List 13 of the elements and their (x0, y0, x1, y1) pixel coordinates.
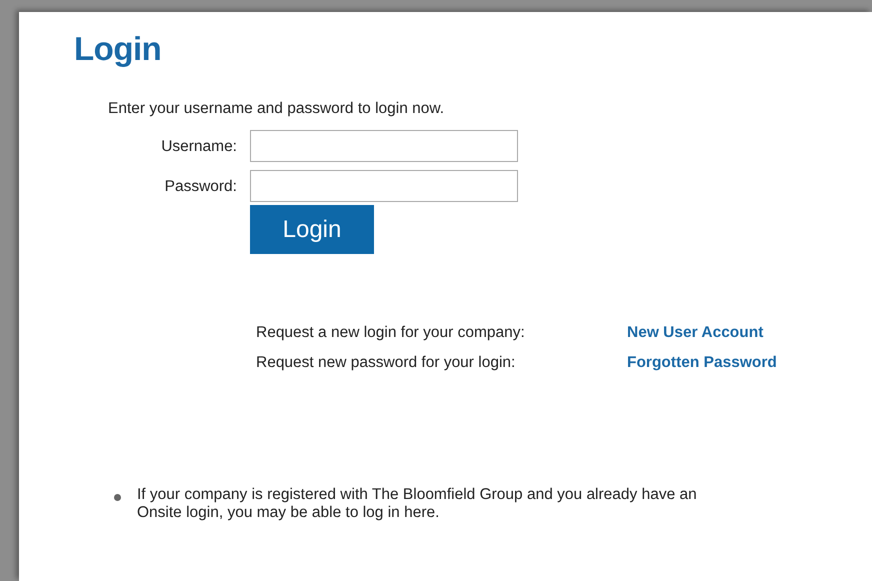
page-title: Login (74, 32, 162, 65)
request-text: Request a new login for your company: (256, 323, 526, 344)
request-link[interactable]: Forgotten Password (627, 354, 777, 370)
bullet-icon (114, 494, 121, 501)
field-label: Password: (164, 176, 237, 197)
intro-text: Enter your username and password to login now. (108, 99, 446, 119)
login-button[interactable]: Login (250, 205, 374, 254)
input-field[interactable] (250, 130, 518, 162)
note-text: If your company is registered with The Bloomfield Group and you already have an Onsite login, you may be able to log in here. (137, 486, 698, 523)
field-label: Username: (160, 136, 237, 157)
input-field[interactable] (250, 170, 518, 202)
request-text: Request new password for your login: (256, 352, 516, 372)
request-link[interactable]: New User Account (627, 324, 764, 342)
